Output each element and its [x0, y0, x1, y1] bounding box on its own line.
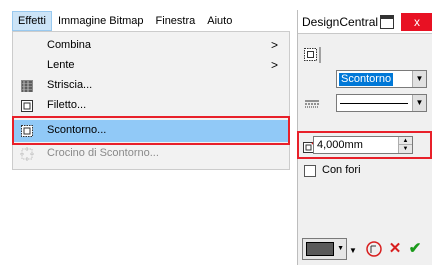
chevron-down-icon[interactable]: ▼ [412, 95, 426, 111]
menu-bar: Effetti Immagine Bitmap Finestra Aiuto [12, 10, 274, 32]
crocino-icon [20, 147, 34, 161]
highlight-box-scontorno [12, 116, 290, 145]
line-style-icon [304, 98, 330, 110]
chevron-down-icon[interactable]: ▼ [412, 71, 426, 87]
filetto-icon [20, 99, 34, 113]
line-style-combo[interactable]: ▼ [336, 94, 427, 112]
line-sample [340, 103, 408, 104]
menu-item-striscia[interactable]: Striscia... [13, 76, 289, 96]
panel-title: DesignCentral [302, 15, 379, 29]
restore-button[interactable] [380, 15, 394, 29]
menu-item-lente[interactable]: Lente > [13, 56, 289, 76]
menu-finestra[interactable]: Finestra [150, 11, 202, 31]
scontorno-effect-icon[interactable] [302, 45, 322, 65]
submenu-arrow-icon: > [271, 58, 279, 72]
menu-item-crocino-di-scontorno[interactable]: Crocino di Scontorno... [13, 144, 289, 164]
close-button[interactable]: x [401, 13, 432, 31]
mode-combo[interactable]: Scontorno ▼ [336, 70, 427, 88]
menu-item-combina[interactable]: Combina > [13, 36, 289, 56]
highlight-box-distance [297, 131, 432, 159]
submenu-arrow-icon: > [271, 38, 279, 52]
panel-titlebar: DesignCentral x [298, 10, 432, 34]
menu-immagine-bitmap[interactable]: Immagine Bitmap [52, 11, 150, 31]
menu-aiuto[interactable]: Aiuto [201, 11, 238, 31]
menu-item-label: Crocino di Scontorno... [47, 147, 159, 159]
color-swatch [306, 242, 334, 256]
apply-check-icon[interactable]: ✔ [406, 238, 424, 260]
menu-item-filetto[interactable]: Filetto... [13, 96, 289, 116]
menu-effetti[interactable]: Effetti [12, 11, 52, 31]
chevron-down-icon[interactable]: ▼ [349, 246, 359, 260]
mode-combo-value: Scontorno [339, 73, 394, 86]
holes-checkbox[interactable] [304, 165, 316, 177]
holes-checkbox-label: Con fori [322, 164, 361, 176]
outline-color-button[interactable]: ▼ [302, 238, 347, 260]
menu-item-label: Filetto... [47, 99, 87, 111]
menu-item-label: Combina [47, 39, 92, 51]
edit-outline-button[interactable] [365, 238, 383, 260]
chevron-down-icon: ▼ [337, 245, 344, 252]
cancel-x-icon[interactable]: ✕ [386, 238, 404, 260]
menu-item-label: Striscia... [47, 79, 93, 91]
striscia-icon [20, 79, 34, 93]
effetti-dropdown-menu: Combina > Lente > Striscia... Filetto... [12, 31, 290, 170]
menu-item-label: Lente [47, 59, 75, 71]
